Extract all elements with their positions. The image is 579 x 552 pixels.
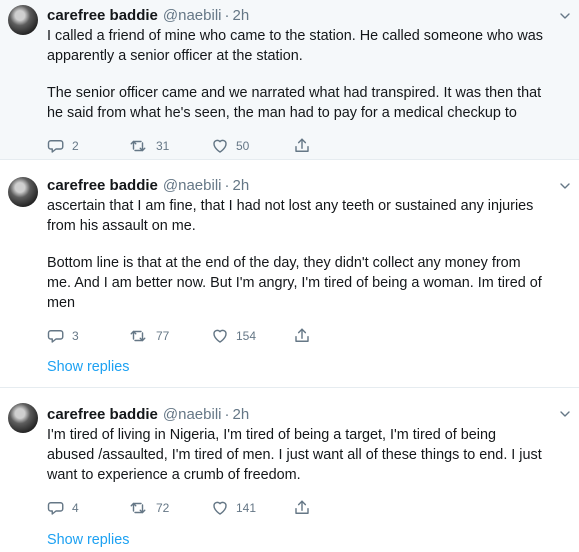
tweet-text: I called a friend of mine who came to th…	[47, 26, 567, 123]
share-action[interactable]	[293, 499, 313, 517]
reply-action[interactable]: 2	[47, 137, 129, 155]
tweet-content: carefree baddie @naebili · 2h ascertain …	[47, 176, 567, 347]
tweet-header: carefree baddie @naebili · 2h	[47, 405, 567, 425]
tweet-content: carefree baddie @naebili · 2h I'm tired …	[47, 405, 567, 519]
reply-count: 4	[72, 501, 79, 515]
like-action[interactable]: 154	[211, 327, 293, 345]
time-separator: ·	[224, 7, 230, 24]
heart-icon	[213, 501, 227, 515]
share-icon	[295, 328, 309, 342]
tweet-header: carefree baddie @naebili · 2h	[47, 176, 567, 196]
tweet-text: ascertain that I am fine, that I had not…	[47, 196, 567, 313]
tweet-text-line: he said from what he's seen, the man had…	[47, 105, 517, 121]
like-action[interactable]: 141	[211, 499, 293, 517]
author-name[interactable]: carefree baddie	[47, 6, 158, 26]
tweet-text-line: abused /assaulted, I'm tired of men. I j…	[47, 447, 542, 463]
tweet-3[interactable]: carefree baddie @naebili · 2h I'm tired …	[0, 388, 579, 552]
reply-icon	[47, 502, 64, 515]
timestamp[interactable]: 2h	[232, 6, 249, 26]
heart-icon	[213, 329, 227, 343]
author-handle[interactable]: @naebili	[163, 405, 222, 425]
reply-count: 3	[72, 329, 79, 343]
retweet-action[interactable]: 77	[129, 327, 211, 345]
share-icon	[295, 500, 309, 514]
tweet-thread: carefree baddie @naebili · 2h I called a…	[0, 0, 579, 551]
retweet-action[interactable]: 72	[129, 499, 211, 517]
tweet-text-line: want to experience a crumb of freedom.	[47, 467, 301, 483]
tweet-text-line: Bottom line is that at the end of the da…	[47, 255, 521, 271]
like-count: 50	[236, 139, 250, 153]
retweet-icon	[130, 502, 146, 514]
share-action[interactable]	[293, 137, 313, 155]
tweet-content: carefree baddie @naebili · 2h I called a…	[47, 6, 567, 157]
like-count: 154	[236, 329, 257, 343]
show-replies-link[interactable]: Show replies	[47, 531, 129, 549]
tweet-text-line: The senior officer came and we narrated …	[47, 85, 542, 101]
reply-icon	[47, 330, 64, 343]
share-icon	[295, 138, 309, 152]
heart-icon	[213, 139, 227, 153]
reply-action[interactable]: 3	[47, 327, 129, 345]
tweet-actions: 2 31 50	[47, 135, 567, 157]
chevron-down-icon[interactable]	[559, 180, 571, 192]
author-name[interactable]: carefree baddie	[47, 405, 158, 425]
avatar[interactable]	[8, 177, 38, 207]
retweet-count: 72	[156, 501, 170, 515]
avatar[interactable]	[8, 403, 38, 433]
tweet-1[interactable]: carefree baddie @naebili · 2h I called a…	[0, 0, 579, 160]
like-action[interactable]: 50	[211, 137, 293, 155]
chevron-down-icon[interactable]	[559, 408, 571, 420]
author-handle[interactable]: @naebili	[163, 176, 222, 196]
tweet-text-line: men	[47, 295, 75, 311]
retweet-count: 31	[156, 139, 170, 153]
tweet-text: I'm tired of living in Nigeria, I'm tire…	[47, 425, 567, 485]
show-replies-link[interactable]: Show replies	[47, 358, 129, 376]
tweet-header: carefree baddie @naebili · 2h	[47, 6, 567, 26]
tweet-text-line: ascertain that I am fine, that I had not…	[47, 198, 534, 214]
tweet-text-line: from his assault on me.	[47, 218, 196, 234]
time-separator: ·	[224, 406, 230, 423]
reply-action[interactable]: 4	[47, 499, 129, 517]
like-count: 141	[236, 501, 257, 515]
tweet-actions: 4 72 141	[47, 497, 567, 519]
timestamp[interactable]: 2h	[232, 176, 249, 196]
reply-count: 2	[72, 139, 79, 153]
time-separator: ·	[224, 177, 230, 194]
tweet-2[interactable]: carefree baddie @naebili · 2h ascertain …	[0, 160, 579, 388]
retweet-icon	[130, 330, 146, 342]
author-name[interactable]: carefree baddie	[47, 176, 158, 196]
tweet-text-line: I called a friend of mine who came to th…	[47, 28, 543, 44]
tweet-actions: 3 77 154	[47, 325, 567, 347]
tweet-text-line: I'm tired of living in Nigeria, I'm tire…	[47, 427, 496, 443]
retweet-action[interactable]: 31	[129, 137, 211, 155]
reply-icon	[47, 140, 64, 153]
author-handle[interactable]: @naebili	[163, 6, 222, 26]
avatar[interactable]	[8, 5, 38, 35]
timestamp[interactable]: 2h	[232, 405, 249, 425]
retweet-count: 77	[156, 329, 170, 343]
tweet-text-line: me. And I am better now. But I'm angry, …	[47, 275, 542, 291]
tweet-text-line: apparently a senior officer at the stati…	[47, 48, 303, 64]
chevron-down-icon[interactable]	[559, 10, 571, 22]
share-action[interactable]	[293, 327, 313, 345]
retweet-icon	[130, 140, 146, 152]
